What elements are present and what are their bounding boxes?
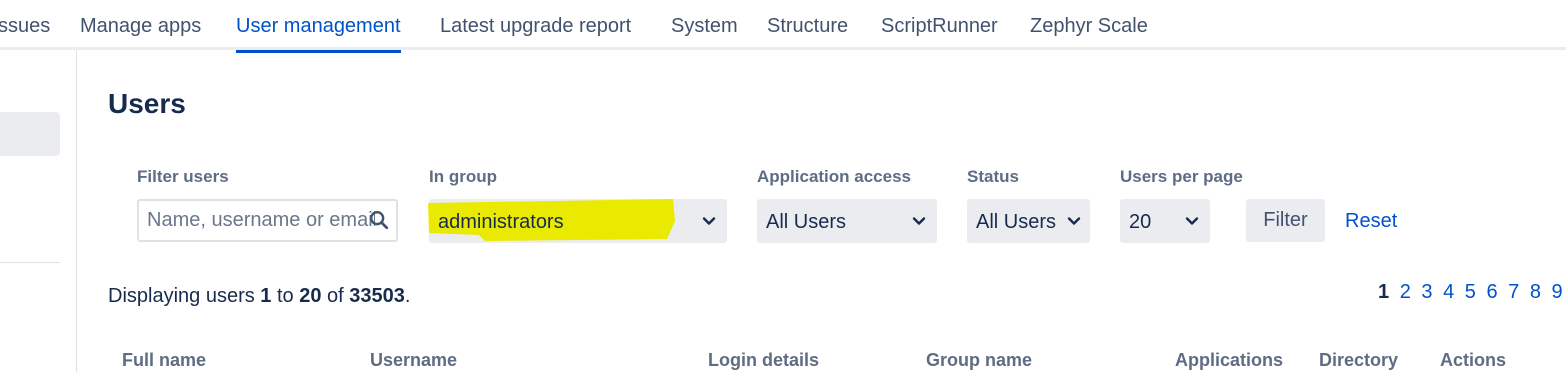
page-link-5[interactable]: 5 [1465, 281, 1476, 303]
tab-scriptrunner[interactable]: ScriptRunner [881, 0, 998, 50]
column-header-actions: Actions [1440, 350, 1507, 370]
application-access-value: All Users [766, 211, 847, 233]
filter-button[interactable]: Filter [1246, 199, 1325, 242]
results-to: 20 [299, 285, 322, 307]
page-title: Users [108, 88, 186, 119]
filter-users-input[interactable] [139, 201, 375, 240]
pagination: 1 2 3 4 5 6 7 8 9 [1378, 281, 1566, 304]
column-header-full-name: Full name [122, 350, 207, 370]
sidebar-divider [0, 262, 60, 263]
application-access-select[interactable]: All Users [757, 199, 937, 243]
admin-top-nav: ssues Manage apps User management Latest… [0, 0, 1566, 53]
page-link-8[interactable]: 8 [1530, 281, 1541, 303]
application-access-label: Application access [757, 167, 912, 186]
column-header-login-details: Login details [708, 350, 820, 370]
chevron-down-icon [1067, 217, 1081, 225]
tab-system[interactable]: System [671, 0, 738, 50]
filter-users-label: Filter users [137, 167, 229, 186]
users-per-page-label: Users per page [1120, 167, 1243, 186]
results-summary: Displaying users 1 to 20 of 33503. [108, 285, 411, 307]
results-total: 33503 [349, 285, 405, 307]
filter-users-field [137, 199, 398, 242]
page-link-4[interactable]: 4 [1443, 281, 1454, 303]
users-per-page-select[interactable]: 20 [1120, 199, 1210, 243]
tab-zephyr-scale[interactable]: Zephyr Scale [1030, 0, 1148, 50]
status-label: Status [967, 167, 1019, 186]
tab-user-management[interactable]: User management [236, 0, 401, 53]
search-icon[interactable] [368, 209, 390, 231]
sidebar-item-selected[interactable] [0, 112, 60, 156]
page-link-6[interactable]: 6 [1486, 281, 1497, 303]
tab-issues[interactable]: ssues [0, 0, 50, 50]
chevron-down-icon [1185, 217, 1199, 225]
reset-link[interactable]: Reset [1345, 210, 1397, 233]
column-header-username: Username [370, 350, 458, 370]
chevron-down-icon [912, 217, 926, 225]
column-header-group-name: Group name [926, 350, 1033, 370]
status-select[interactable]: All Users [967, 199, 1090, 243]
page-link-9[interactable]: 9 [1552, 281, 1563, 303]
tab-manage-apps[interactable]: Manage apps [80, 0, 201, 50]
tab-structure[interactable]: Structure [767, 0, 848, 50]
in-group-label: In group [429, 167, 497, 186]
results-from: 1 [260, 285, 272, 307]
tab-latest-upgrade-report[interactable]: Latest upgrade report [440, 0, 631, 50]
page-link-1: 1 [1378, 281, 1390, 303]
chevron-down-icon [702, 217, 716, 225]
sidebar [0, 50, 77, 372]
in-group-value: administrators [438, 211, 564, 233]
page-link-2[interactable]: 2 [1400, 281, 1411, 303]
column-header-directory: Directory [1319, 350, 1399, 370]
column-header-applications: Applications [1175, 350, 1284, 370]
status-value: All Users [976, 211, 1057, 233]
users-per-page-value: 20 [1129, 211, 1152, 233]
page-link-7[interactable]: 7 [1508, 281, 1519, 303]
page-link-3[interactable]: 3 [1421, 281, 1432, 303]
